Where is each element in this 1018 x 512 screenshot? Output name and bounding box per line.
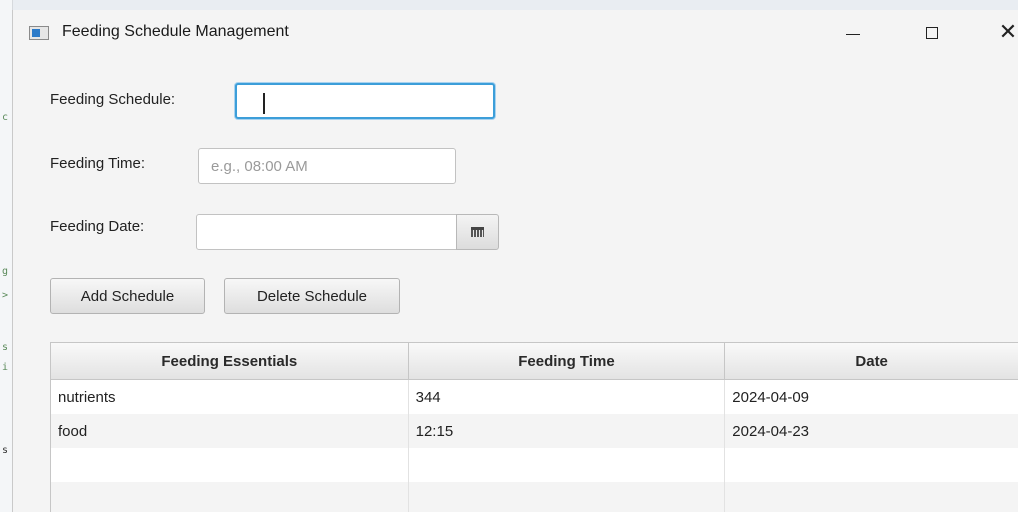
gutter-mark: s [2, 342, 9, 353]
delete-schedule-button[interactable]: Delete Schedule [224, 278, 400, 314]
cell-feeding-essentials [51, 448, 409, 482]
cell-feeding-time [409, 482, 726, 512]
app-icon [29, 26, 49, 40]
minimize-icon [846, 33, 860, 35]
maximize-icon [926, 27, 938, 39]
text-caret [263, 93, 265, 114]
cell-date [725, 448, 1018, 482]
table-row[interactable] [51, 482, 1018, 512]
cell-feeding-time: 12:15 [409, 414, 726, 448]
cell-feeding-essentials: nutrients [51, 380, 409, 414]
cell-feeding-time: 344 [409, 380, 726, 414]
gutter-mark: i [2, 362, 9, 373]
column-header-date[interactable]: Date [725, 343, 1018, 379]
gutter-mark: s [2, 445, 9, 456]
cell-date: 2024-04-09 [725, 380, 1018, 414]
window-title: Feeding Schedule Management [62, 23, 289, 40]
add-schedule-button[interactable]: Add Schedule [50, 278, 205, 314]
gutter-mark: > [2, 290, 9, 301]
table-row[interactable]: food 12:15 2024-04-23 [51, 414, 1018, 448]
maximize-button[interactable] [912, 18, 952, 48]
gutter-mark: c [2, 112, 9, 123]
schedule-table: Feeding Essentials Feeding Time Date nut… [50, 342, 1018, 512]
column-header-feeding-time[interactable]: Feeding Time [409, 343, 726, 379]
close-button[interactable]: ✕ [988, 18, 1018, 48]
app-window: Feeding Schedule Management ✕ Feeding Sc… [12, 10, 1018, 512]
minimize-button[interactable] [833, 18, 873, 48]
title-bar[interactable]: Feeding Schedule Management ✕ [13, 10, 1018, 54]
table-row[interactable] [51, 448, 1018, 482]
date-picker-button[interactable] [456, 214, 499, 250]
gutter-mark: g [2, 266, 9, 277]
feeding-schedule-input[interactable] [235, 83, 495, 119]
cell-feeding-time [409, 448, 726, 482]
feeding-schedule-label: Feeding Schedule: [50, 91, 176, 108]
feeding-time-label: Feeding Time: [50, 155, 146, 172]
cell-feeding-essentials: food [51, 414, 409, 448]
cell-feeding-essentials [51, 482, 409, 512]
cell-date [725, 482, 1018, 512]
background-window-strip [0, 0, 1018, 10]
cell-date: 2024-04-23 [725, 414, 1018, 448]
feeding-time-input[interactable] [198, 148, 456, 184]
table-row[interactable]: nutrients 344 2024-04-09 [51, 380, 1018, 414]
table-header: Feeding Essentials Feeding Time Date [51, 343, 1018, 380]
calendar-icon [471, 227, 484, 237]
close-icon: ✕ [998, 20, 1018, 45]
feeding-date-input[interactable] [196, 214, 457, 250]
column-header-feeding-essentials[interactable]: Feeding Essentials [51, 343, 409, 379]
feeding-date-label: Feeding Date: [50, 218, 145, 235]
